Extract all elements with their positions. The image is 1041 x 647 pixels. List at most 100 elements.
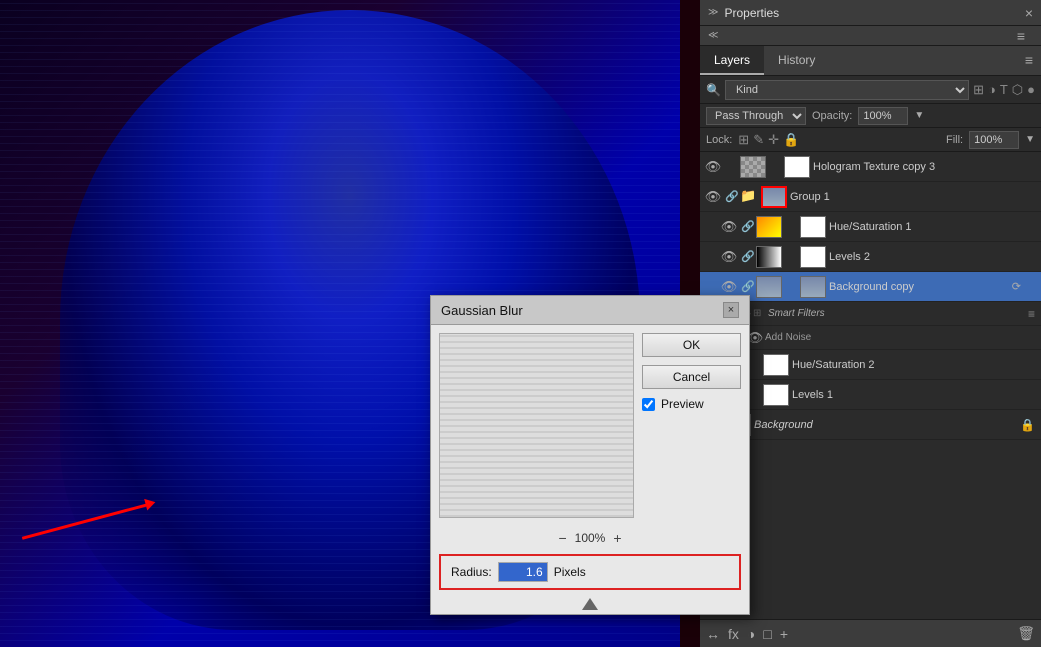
layer-chain-icon: 🔗 xyxy=(741,280,753,293)
layer-chain-icon: 🔗 xyxy=(741,220,753,233)
layer-item[interactable]: 👁 Add Noise xyxy=(700,326,1041,350)
add-effect-icon[interactable]: fx xyxy=(728,626,739,642)
lock-position-icon[interactable]: ✛ xyxy=(768,132,779,148)
layer-item[interactable]: 👁 🔗 Hue/Saturation 1 xyxy=(700,212,1041,242)
layer-thumbnail xyxy=(756,246,782,268)
expand-arrows-icon[interactable]: ≪ xyxy=(708,30,718,41)
layer-name: Hologram Texture copy 3 xyxy=(813,161,1037,173)
lock-transparency-icon[interactable]: ⊞ xyxy=(738,132,749,148)
filter-group-icon: ⊞ xyxy=(753,308,765,319)
radius-label: Radius: xyxy=(451,565,492,579)
lock-row: Lock: ⊞ ✎ ✛ 🔒 Fill: ▼ xyxy=(700,128,1041,152)
search-input[interactable]: Kind xyxy=(725,80,969,100)
slider-row xyxy=(431,594,749,614)
layers-list[interactable]: 👁 Hologram Texture copy 3 👁 🔗 📁 Group 1 … xyxy=(700,152,1041,619)
lock-pixels-icon[interactable]: ✎ xyxy=(753,132,764,148)
panel-subheader: ≪ ≡ xyxy=(700,26,1041,46)
opacity-input[interactable] xyxy=(858,107,908,125)
layer-text-icon[interactable]: T xyxy=(1000,82,1008,98)
new-layer-icon[interactable]: + xyxy=(780,626,788,642)
dialog-title-bar: Gaussian Blur × xyxy=(431,296,749,325)
search-bar: 🔍 Kind ⊞ ◑ T ⬡ ● xyxy=(700,76,1041,104)
layer-type-icon[interactable]: ⊞ xyxy=(973,82,984,98)
fill-input[interactable] xyxy=(969,131,1019,149)
layer-visibility-icon[interactable]: 👁 xyxy=(720,248,738,266)
properties-title: Properties xyxy=(724,6,779,20)
zoom-row: − 100% + xyxy=(431,526,749,550)
layer-name: Group 1 xyxy=(790,191,1037,203)
layer-name: Hue/Saturation 2 xyxy=(792,359,1037,371)
layer-name: Background copy xyxy=(829,281,1037,293)
layer-lock-icon: 🔒 xyxy=(1020,418,1035,432)
layer-mask-thumbnail xyxy=(763,384,789,406)
collapse-arrows-icon[interactable]: ≫ xyxy=(708,7,718,18)
dialog-controls: OK Cancel Preview xyxy=(642,325,749,526)
layer-smart-icon[interactable]: ● xyxy=(1027,82,1035,98)
add-mask-icon[interactable]: ◑ xyxy=(747,626,755,642)
add-noise-label: Add Noise xyxy=(765,332,1037,343)
tab-history[interactable]: History xyxy=(764,46,829,75)
opacity-label: Opacity: xyxy=(812,110,852,122)
layer-right-icon: ⟳ xyxy=(1012,280,1021,293)
layer-mask-thumbnail xyxy=(800,276,826,298)
slider-triangle-icon[interactable] xyxy=(582,598,598,610)
layer-name: Levels 2 xyxy=(829,251,1037,263)
layer-item[interactable]: 👁 🔗 Levels 2 xyxy=(700,242,1041,272)
layer-item[interactable]: 🔗 Levels 1 xyxy=(700,380,1041,410)
radius-input[interactable] xyxy=(498,562,548,582)
layer-mask-thumbnail xyxy=(800,246,826,268)
layer-adj-icon[interactable]: ◑ xyxy=(988,82,996,98)
layer-name: Levels 1 xyxy=(792,389,1037,401)
layer-item[interactable]: 👁 Hologram Texture copy 3 xyxy=(700,152,1041,182)
lock-all-icon[interactable]: 🔒 xyxy=(783,132,799,148)
search-icon: 🔍 xyxy=(706,83,721,97)
zoom-in-icon[interactable]: + xyxy=(613,530,621,546)
dialog-ok-button[interactable]: OK xyxy=(642,333,741,357)
layer-mask-thumbnail xyxy=(763,354,789,376)
smart-filters-label: Smart Filters xyxy=(768,308,1037,319)
layer-visibility-icon[interactable]: 👁 xyxy=(720,218,738,236)
blend-row: Pass Through Normal Multiply Screen Opac… xyxy=(700,104,1041,128)
dialog-preview-check: Preview xyxy=(642,397,741,411)
dialog-close-button[interactable]: × xyxy=(723,302,739,318)
search-icons: ⊞ ◑ T ⬡ ● xyxy=(973,82,1035,98)
tab-menu-icon[interactable]: ≡ xyxy=(1017,46,1041,75)
layer-thumbnail xyxy=(756,216,782,238)
layer-visibility-icon[interactable]: 👁 xyxy=(720,278,738,296)
layer-visibility-icon[interactable]: 👁 xyxy=(704,188,722,206)
layer-visibility-icon[interactable]: 👁 xyxy=(748,329,762,347)
properties-close-icon[interactable]: × xyxy=(1025,5,1033,21)
smart-filter-right-icon[interactable]: ≡ xyxy=(1028,307,1035,321)
blend-mode-select[interactable]: Pass Through Normal Multiply Screen xyxy=(706,107,806,125)
delete-layer-icon[interactable]: 🗑 xyxy=(1017,625,1035,642)
zoom-out-icon[interactable]: − xyxy=(558,530,566,546)
tab-layers[interactable]: Layers xyxy=(700,46,764,75)
layer-thumbnail xyxy=(756,276,782,298)
layer-mask-thumbnail xyxy=(784,156,810,178)
layers-bottom: ↔ fx ◑ □ + 🗑 xyxy=(700,619,1041,647)
layer-background-item[interactable]: 👁 Background 🔒 xyxy=(700,410,1041,440)
lock-icons: ⊞ ✎ ✛ 🔒 xyxy=(738,132,799,148)
fill-arrow-icon[interactable]: ▼ xyxy=(1025,134,1035,145)
new-group-icon[interactable]: □ xyxy=(763,626,771,642)
layer-shape-icon[interactable]: ⬡ xyxy=(1012,82,1023,98)
layer-item[interactable]: 👁 🔗 📁 Group 1 xyxy=(700,182,1041,212)
opacity-arrow-icon[interactable]: ▼ xyxy=(914,110,924,121)
layer-name: Hue/Saturation 1 xyxy=(829,221,1037,233)
preview-checkbox[interactable] xyxy=(642,398,655,411)
layer-folder-icon: 📁 xyxy=(740,188,758,206)
link-layers-icon[interactable]: ↔ xyxy=(706,626,720,642)
fill-label: Fill: xyxy=(946,134,963,146)
layer-mask-thumbnail xyxy=(800,216,826,238)
radius-row: Radius: Pixels xyxy=(439,554,741,590)
layer-thumbnail xyxy=(740,156,766,178)
layer-item[interactable]: 👁 ⊞ Smart Filters ≡ xyxy=(700,302,1041,326)
properties-header: ≫ Properties × xyxy=(700,0,1041,26)
dialog-preview[interactable] xyxy=(439,333,634,518)
layer-item[interactable]: 👁 🔗 Background copy ⟳ xyxy=(700,272,1041,302)
layer-item[interactable]: 🔗 Hue/Saturation 2 xyxy=(700,350,1041,380)
properties-header-left: ≫ Properties xyxy=(708,6,779,20)
layer-visibility-icon[interactable]: 👁 xyxy=(704,158,722,176)
dialog-title: Gaussian Blur xyxy=(441,303,523,318)
dialog-cancel-button[interactable]: Cancel xyxy=(642,365,741,389)
